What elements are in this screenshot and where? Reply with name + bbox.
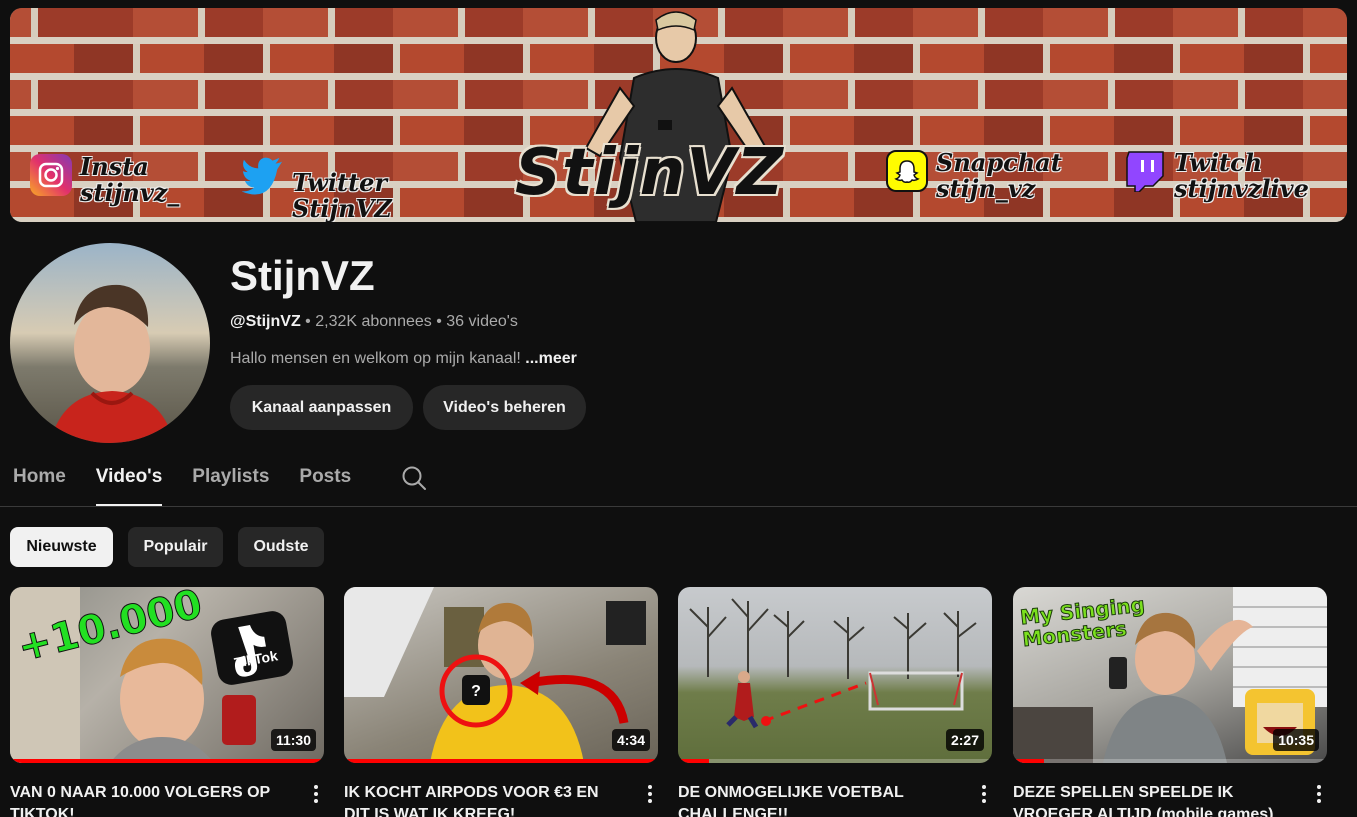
chip-popular[interactable]: Populair bbox=[128, 527, 223, 567]
watch-progress bbox=[1013, 759, 1327, 763]
search-icon[interactable] bbox=[400, 464, 428, 492]
video-title[interactable]: DEZE SPELLEN SPEELDE IK VROEGER ALTIJD (… bbox=[1013, 782, 1293, 817]
channel-banner: StijnVZ Insta stijnvz_ Twitter StijnVZ S… bbox=[10, 8, 1347, 222]
meta-separator: • bbox=[300, 313, 316, 330]
video-thumbnail[interactable]: +10.000 TikTok 11:30 bbox=[10, 587, 324, 763]
more-options-icon[interactable] bbox=[976, 783, 992, 805]
twitter-icon bbox=[242, 154, 284, 196]
video-card[interactable]: 2:27 DE ONMOGELIJKE VOETBAL CHALLENGE!! bbox=[678, 587, 992, 817]
tab-posts[interactable]: Posts bbox=[299, 462, 351, 506]
chip-oldest[interactable]: Oudste bbox=[238, 527, 324, 567]
video-card[interactable]: ? 4:34 IK KOCHT AIRPODS VOOR €3 EN DIT I… bbox=[344, 587, 658, 817]
video-card[interactable]: My Singing Monsters 10:35 DEZE SPELLEN S… bbox=[1013, 587, 1327, 817]
video-title[interactable]: VAN 0 NAAR 10.000 VOLGERS OP TIKTOK! bbox=[10, 782, 290, 817]
meta-separator: • bbox=[431, 313, 447, 330]
tab-videos[interactable]: Video's bbox=[95, 462, 163, 506]
more-options-icon[interactable] bbox=[308, 783, 324, 805]
watch-progress bbox=[10, 759, 324, 763]
video-thumbnail[interactable]: My Singing Monsters 10:35 bbox=[1013, 587, 1327, 763]
twitch-handle: stijnvzlive bbox=[1174, 174, 1309, 203]
manage-videos-button[interactable]: Video's beheren bbox=[423, 385, 586, 430]
video-duration: 4:34 bbox=[611, 729, 650, 751]
channel-description[interactable]: Hallo mensen en welkom op mijn kanaal! .… bbox=[230, 350, 577, 368]
tab-home[interactable]: Home bbox=[13, 462, 66, 506]
channel-avatar[interactable] bbox=[10, 243, 210, 443]
thumbnail-image bbox=[689, 598, 977, 729]
description-text: Hallo mensen en welkom op mijn kanaal! bbox=[230, 350, 526, 367]
video-thumbnail[interactable]: 2:27 bbox=[678, 587, 992, 763]
tab-playlists[interactable]: Playlists bbox=[192, 462, 269, 506]
video-count: 36 video's bbox=[446, 313, 518, 330]
video-title[interactable]: IK KOCHT AIRPODS VOOR €3 EN DIT IS WAT I… bbox=[344, 782, 624, 817]
subscriber-count: 2,32K abonnees bbox=[315, 313, 432, 330]
tabs-divider bbox=[0, 506, 1357, 507]
instagram-icon bbox=[30, 154, 72, 196]
snapchat-label: Snapchat bbox=[936, 148, 1062, 177]
video-duration: 10:35 bbox=[1273, 729, 1319, 751]
instagram-handle: stijnvz_ bbox=[80, 178, 180, 207]
twitter-label: Twitter bbox=[292, 168, 388, 197]
snapchat-icon bbox=[886, 150, 928, 192]
snapchat-handle: stijn_vz bbox=[936, 174, 1036, 203]
description-more-link[interactable]: ...meer bbox=[525, 350, 577, 367]
twitch-icon bbox=[1124, 150, 1166, 192]
instagram-label: Insta bbox=[80, 152, 149, 181]
more-options-icon[interactable] bbox=[1311, 783, 1327, 805]
customize-channel-button[interactable]: Kanaal aanpassen bbox=[230, 385, 413, 430]
channel-handle: @StijnVZ bbox=[230, 313, 301, 330]
banner-twitter: Twitter StijnVZ bbox=[242, 154, 392, 222]
banner-snapchat: Snapchat stijn_vz bbox=[886, 150, 1062, 202]
svg-text:?: ? bbox=[471, 683, 481, 700]
banner-twitch: Twitch stijnvzlive bbox=[1124, 150, 1309, 202]
channel-tabs: Home Video's Playlists Posts bbox=[13, 462, 381, 506]
banner-instagram: Insta stijnvz_ bbox=[30, 154, 179, 206]
watch-progress bbox=[344, 759, 658, 763]
twitter-handle: StijnVZ bbox=[292, 194, 392, 222]
video-duration: 11:30 bbox=[270, 729, 316, 751]
video-card[interactable]: +10.000 TikTok 11:30 VAN 0 NAAR 10.000 V… bbox=[10, 587, 324, 817]
chip-newest[interactable]: Nieuwste bbox=[10, 527, 113, 567]
twitch-label: Twitch bbox=[1174, 148, 1263, 177]
more-options-icon[interactable] bbox=[642, 783, 658, 805]
channel-name: StijnVZ bbox=[230, 252, 375, 299]
banner-title: StijnVZ bbox=[515, 136, 785, 210]
thumbnail-image: ? bbox=[344, 587, 646, 763]
video-title[interactable]: DE ONMOGELIJKE VOETBAL CHALLENGE!! bbox=[678, 782, 958, 817]
video-thumbnail[interactable]: ? 4:34 bbox=[344, 587, 658, 763]
watch-progress bbox=[678, 759, 992, 763]
channel-meta: @StijnVZ • 2,32K abonnees • 36 video's bbox=[230, 313, 518, 331]
video-duration: 2:27 bbox=[945, 729, 984, 751]
